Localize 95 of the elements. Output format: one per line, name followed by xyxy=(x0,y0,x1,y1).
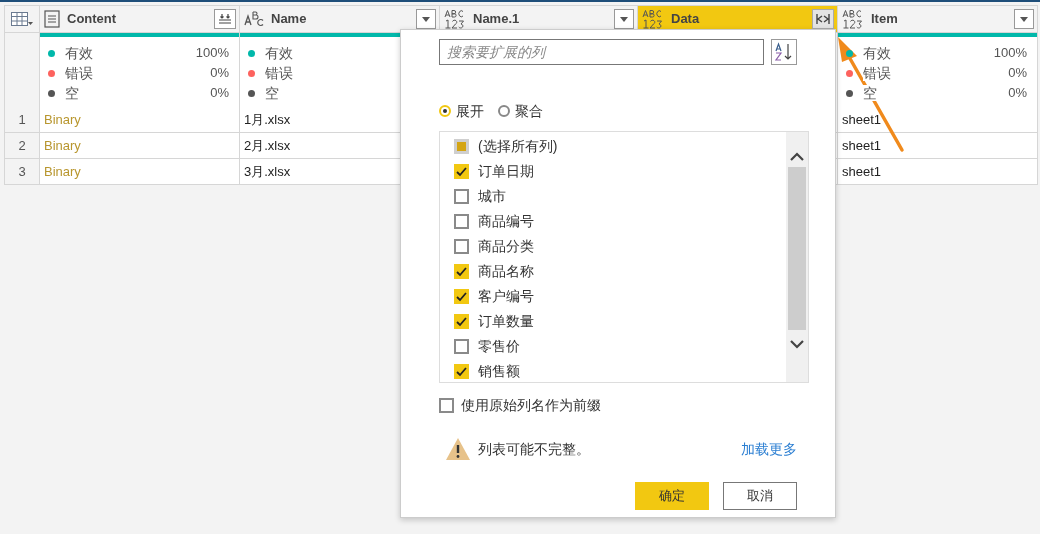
cancel-button[interactable]: 取消 xyxy=(723,482,797,510)
any-type-icon xyxy=(642,9,664,29)
quality-percent: 0% xyxy=(1008,64,1027,83)
checkbox[interactable] xyxy=(454,214,469,229)
column-option[interactable]: 客户编号 xyxy=(454,284,786,309)
column-name: Content xyxy=(67,10,118,29)
checkbox[interactable] xyxy=(454,139,469,154)
row-number: 1 xyxy=(18,110,26,129)
table-icon xyxy=(11,12,33,26)
scrollbar[interactable] xyxy=(786,132,808,382)
expand-icon xyxy=(218,13,232,25)
load-more-link[interactable]: 加载更多 xyxy=(741,438,797,460)
table-cell-text: sheet1 xyxy=(842,162,882,181)
column-option[interactable]: (选择所有列) xyxy=(454,134,786,159)
column-name: Name.1 xyxy=(473,10,521,29)
quality-label: 错误 xyxy=(265,65,293,81)
checkmark-icon xyxy=(456,166,467,177)
checkmark-icon xyxy=(456,316,467,327)
radio-option[interactable]: 展开 xyxy=(439,100,484,122)
column-option[interactable]: 订单数量 xyxy=(454,309,786,334)
prefix-option[interactable]: 使用原始列名作为前缀 xyxy=(439,396,797,414)
document-icon xyxy=(44,10,60,28)
column-header[interactable]: Name xyxy=(240,5,440,33)
quality-label: 空 xyxy=(65,85,79,101)
filter-dropdown-button[interactable] xyxy=(416,9,436,29)
quality-label: 有效 xyxy=(863,45,891,61)
scroll-down-icon[interactable] xyxy=(789,339,805,349)
table-cell-text: Binary xyxy=(44,162,81,181)
column-option[interactable]: 商品编号 xyxy=(454,209,786,234)
quality-label: 有效 xyxy=(65,45,93,61)
table-cell-text: Binary xyxy=(44,136,81,155)
warning-text: 列表可能不完整。 xyxy=(478,439,591,459)
checkbox[interactable] xyxy=(454,189,469,204)
expand-icon xyxy=(816,13,830,25)
quality-percent: 0% xyxy=(210,84,229,103)
quality-label: 空 xyxy=(265,85,279,101)
caret-icon xyxy=(1020,16,1028,22)
table-cell-text: 2月.xlsx xyxy=(244,136,291,155)
checkbox[interactable] xyxy=(454,364,469,379)
checkmark-icon xyxy=(456,266,467,277)
quality-percent: 0% xyxy=(210,64,229,83)
table-cell-text: sheet1 xyxy=(842,136,882,155)
radio-button[interactable] xyxy=(498,105,510,117)
row-number: 2 xyxy=(18,136,26,155)
radio-option[interactable]: 聚合 xyxy=(498,100,543,122)
checkmark-icon xyxy=(456,291,467,302)
sort-icon xyxy=(773,42,794,62)
column-option[interactable]: 销售额 xyxy=(454,359,786,382)
table-cell-text: Binary xyxy=(44,110,81,129)
column-option[interactable]: 商品分类 xyxy=(454,234,786,259)
column-name: Item xyxy=(871,10,899,29)
radio-button[interactable] xyxy=(439,105,451,117)
quality-percent: 100% xyxy=(195,44,229,63)
expand-column-button[interactable] xyxy=(214,9,236,29)
checkbox[interactable] xyxy=(439,397,454,413)
column-header[interactable]: Item xyxy=(838,5,1038,33)
checkbox[interactable] xyxy=(454,339,469,354)
any-type-icon xyxy=(444,9,466,29)
column-option[interactable]: 订单日期 xyxy=(454,159,786,184)
filter-dropdown-button[interactable] xyxy=(1014,9,1034,29)
checkbox[interactable] xyxy=(454,289,469,304)
column-option[interactable]: 商品名称 xyxy=(454,259,786,284)
scrollbar-thumb[interactable] xyxy=(788,167,806,330)
column-option[interactable]: 城市 xyxy=(454,184,786,209)
sort-button[interactable] xyxy=(770,39,797,65)
caret-icon xyxy=(620,16,628,22)
quality-label: 空 xyxy=(863,85,877,101)
filter-dropdown-button[interactable] xyxy=(614,9,634,29)
text-type-icon xyxy=(244,11,264,27)
column-name: Name xyxy=(271,10,308,29)
table-cell-text: 3月.xlsx xyxy=(244,162,291,181)
expand-column-button[interactable] xyxy=(812,9,834,29)
ok-button[interactable]: 确定 xyxy=(635,482,709,510)
column-header[interactable]: Content xyxy=(40,5,240,33)
table-cell-text: 1月.xlsx xyxy=(244,110,291,129)
quality-percent: 100% xyxy=(993,44,1027,63)
warning-icon xyxy=(445,437,471,461)
quality-label: 有效 xyxy=(265,45,293,61)
caret-icon xyxy=(422,16,430,22)
quality-label: 错误 xyxy=(65,65,93,81)
checkbox[interactable] xyxy=(454,164,469,179)
checkbox[interactable] xyxy=(454,314,469,329)
any-type-icon xyxy=(842,9,864,29)
column-name: Data xyxy=(671,10,701,29)
table-menu-button[interactable] xyxy=(11,12,33,26)
quality-label: 错误 xyxy=(863,65,891,81)
scroll-up-icon[interactable] xyxy=(789,152,805,162)
checkbox[interactable] xyxy=(454,239,469,254)
search-field[interactable]: 搜索要扩展的列 xyxy=(439,39,764,65)
row-number: 3 xyxy=(18,162,26,181)
checkbox[interactable] xyxy=(454,264,469,279)
table-cell-text: sheet1 xyxy=(842,110,882,129)
quality-percent: 0% xyxy=(1008,84,1027,103)
column-option[interactable]: 零售价 xyxy=(454,334,786,359)
checkmark-icon xyxy=(456,366,467,377)
